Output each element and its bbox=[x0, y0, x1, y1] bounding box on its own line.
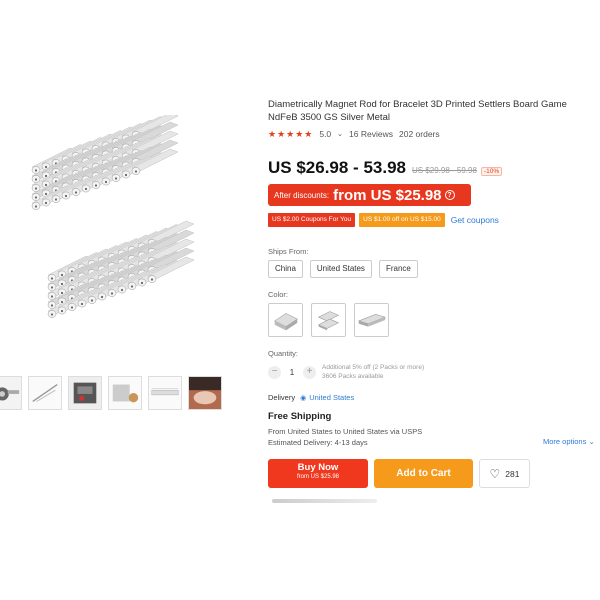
color-option-3[interactable] bbox=[354, 303, 389, 337]
color-option-1[interactable] bbox=[268, 303, 303, 337]
chevron-down-icon[interactable]: ⌄ bbox=[337, 130, 343, 138]
quantity-stepper: − 1 + Additional 5% off (2 Packs or more… bbox=[268, 363, 424, 381]
quantity-value[interactable]: 1 bbox=[281, 368, 303, 377]
thumbnail-5[interactable] bbox=[148, 376, 182, 410]
buy-now-label: Buy Now bbox=[297, 462, 339, 473]
quantity-notes: Additional 5% off (2 Packs or more) 3606… bbox=[322, 363, 424, 381]
thumbnail-4[interactable] bbox=[108, 376, 142, 410]
buy-now-button[interactable]: Buy Now from US $25.98 bbox=[268, 459, 368, 488]
chevron-down-icon: ⌄ bbox=[588, 437, 595, 446]
add-to-cart-button[interactable]: Add to Cart bbox=[374, 459, 473, 488]
thumbnail-3[interactable] bbox=[68, 376, 102, 410]
more-options-label: More options bbox=[543, 437, 587, 446]
free-shipping-title: Free Shipping bbox=[268, 411, 332, 422]
coupon-row: US $2.00 Coupons For You US $1.00 off on… bbox=[268, 213, 499, 227]
after-discount-price: from US $25.98 bbox=[333, 186, 442, 204]
original-price: US $29.98 - 59.98 bbox=[411, 166, 477, 175]
delivery-label: Delivery bbox=[268, 393, 296, 402]
thumbnail-strip bbox=[0, 376, 238, 412]
ship-option-united-states[interactable]: United States bbox=[309, 260, 372, 278]
color-option-2[interactable] bbox=[311, 303, 346, 337]
increase-quantity-button[interactable]: + bbox=[303, 365, 316, 379]
wishlist-button[interactable]: ♡ 281 bbox=[479, 459, 530, 488]
image-gallery bbox=[0, 100, 240, 420]
ships-from-label: Ships From: bbox=[268, 247, 309, 256]
delivery-location-link[interactable]: United States bbox=[309, 393, 354, 402]
ship-option-france[interactable]: France bbox=[378, 260, 418, 278]
thumbnail-1[interactable] bbox=[0, 376, 22, 410]
orders-count: 202 orders bbox=[398, 129, 440, 139]
ships-from-options: China United States France bbox=[268, 260, 425, 278]
info-icon[interactable]: ? bbox=[444, 190, 455, 200]
location-pin-icon: ◉ bbox=[300, 394, 307, 402]
thumbnail-6[interactable] bbox=[188, 376, 222, 410]
discount-badge: -10% bbox=[480, 167, 503, 176]
wishlist-count: 281 bbox=[505, 468, 520, 479]
shipping-route: From United States to United States via … bbox=[268, 427, 423, 436]
rating-value: 5.0 bbox=[319, 129, 332, 139]
color-options bbox=[268, 303, 397, 337]
quantity-label: Quantity: bbox=[268, 349, 299, 358]
more-options-link[interactable]: More options ⌄ bbox=[543, 437, 595, 446]
delivery-row: Delivery ◉ United States bbox=[268, 393, 354, 402]
buyer-protection-strip bbox=[272, 499, 377, 503]
decrease-quantity-button[interactable]: − bbox=[268, 365, 281, 379]
color-label: Color: bbox=[268, 290, 289, 299]
rating-row: ★★★★★ 5.0 ⌄ 16 Reviews 202 orders bbox=[268, 128, 446, 140]
star-rating-icon: ★★★★★ bbox=[268, 128, 314, 139]
price-range: US $26.98 - 53.98 bbox=[268, 158, 406, 177]
heart-icon: ♡ bbox=[489, 466, 501, 481]
buy-now-price: from US $25.98 bbox=[296, 474, 340, 480]
coupon-badge-1[interactable]: US $2.00 Coupons For You bbox=[268, 213, 356, 227]
ship-option-china[interactable]: China bbox=[268, 260, 303, 278]
main-product-image[interactable] bbox=[20, 112, 220, 355]
magnet-rods-illustration bbox=[31, 112, 195, 318]
get-coupons-link[interactable]: Get coupons bbox=[451, 215, 499, 225]
bulk-discount-note: Additional 5% off (2 Packs or more) bbox=[322, 364, 425, 371]
coupon-badge-2[interactable]: US $1.00 off on US $15.00 bbox=[359, 213, 445, 227]
reviews-link[interactable]: 16 Reviews bbox=[349, 129, 393, 139]
product-title: Diametrically Magnet Rod for Bracelet 3D… bbox=[268, 99, 567, 123]
estimated-delivery: Estimated Delivery: 4-13 days bbox=[268, 438, 368, 447]
price-row: US $26.98 - 53.98 US $29.98 - 59.98 -10% bbox=[268, 158, 503, 178]
stock-available-note: 3606 Packs available bbox=[322, 373, 384, 380]
after-discount-label: After discounts: bbox=[274, 190, 330, 200]
after-discount-banner[interactable]: After discounts: from US $25.98 ? bbox=[268, 184, 471, 206]
thumbnail-2[interactable] bbox=[28, 376, 62, 410]
